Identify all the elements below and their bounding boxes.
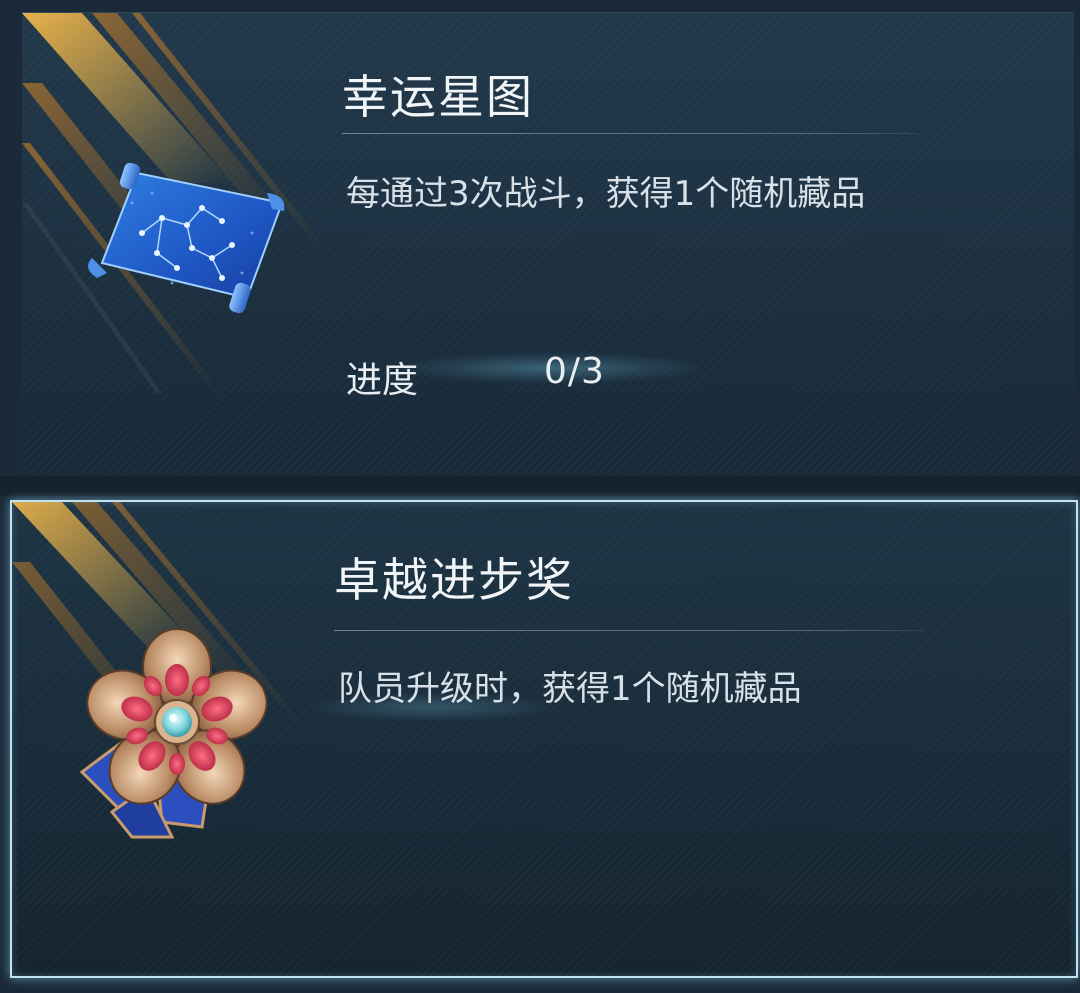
title-divider xyxy=(334,630,924,631)
star-chart-scroll-icon xyxy=(62,162,292,333)
perk-description: 每通过3次战斗，获得1个随机藏品 xyxy=(346,174,866,214)
perk-title: 幸运星图 xyxy=(342,70,534,124)
perk-description: 队员升级时，获得1个随机藏品 xyxy=(338,669,802,709)
perk-card-lucky-star-chart[interactable]: 幸运星图 每通过3次战斗，获得1个随机藏品 进度 0/3 xyxy=(22,12,1074,474)
progress-label: 进度 xyxy=(346,360,419,401)
perk-title: 卓越进步奖 xyxy=(334,553,574,607)
flower-medal-icon xyxy=(62,622,272,842)
card-separator xyxy=(0,476,1080,496)
progress-value: 0/3 xyxy=(544,351,605,392)
title-divider xyxy=(342,133,918,134)
perk-card-excellent-progress-award[interactable]: 卓越进步奖 队员升级时，获得1个随机藏品 xyxy=(10,500,1078,978)
